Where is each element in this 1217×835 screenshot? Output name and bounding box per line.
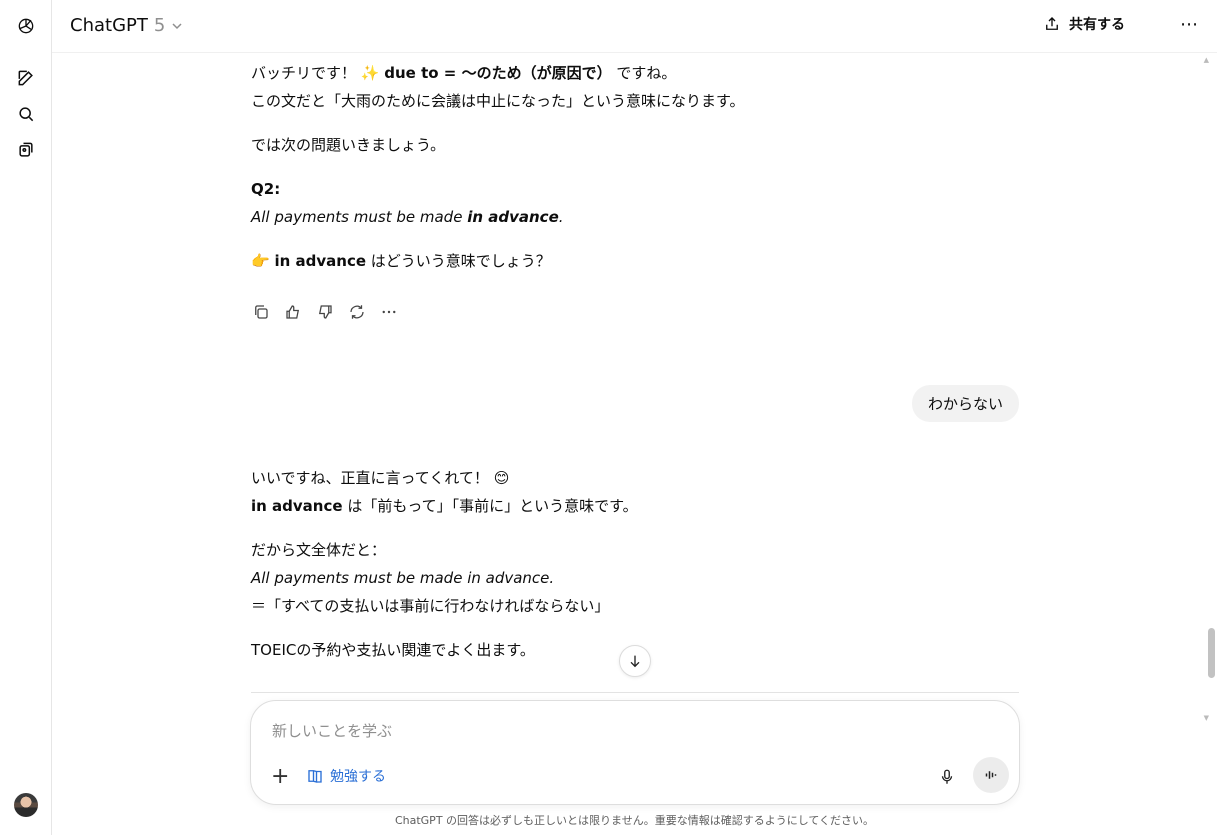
message-actions — [251, 302, 399, 322]
book-icon — [308, 770, 322, 783]
microphone-icon[interactable] — [935, 765, 959, 789]
assistant-line-4: いいですね、正直に言ってくれて！ 😊 — [251, 464, 509, 492]
question-text: All payments must be made in advance. — [251, 203, 564, 231]
more-actions-icon[interactable] — [379, 302, 399, 322]
search-icon[interactable] — [12, 100, 40, 128]
model-version: 5 — [153, 15, 166, 36]
scroll-to-bottom-button[interactable] — [619, 645, 651, 677]
sidebar — [0, 0, 52, 835]
text-span: ですね。 — [616, 64, 677, 82]
share-button[interactable]: 共有する — [1043, 14, 1125, 34]
text-span: . — [558, 208, 564, 226]
bold-span: in advance — [274, 252, 367, 270]
scroll-up-arrow-icon[interactable]: ▲ — [1204, 56, 1209, 64]
share-icon — [1046, 17, 1058, 30]
assistant-line-3: では次の問題いきましょう。 — [251, 136, 446, 154]
text-span: バッチリです！ — [251, 64, 357, 82]
question-prompt: 👉 in advance はどういう意味でしょう？ — [251, 247, 551, 275]
scrollbar-thumb[interactable] — [1208, 628, 1215, 678]
model-selector[interactable]: ChatGPT 5 — [70, 15, 183, 36]
text-span: は「前もって」「事前に」という意味です。 — [347, 497, 638, 515]
voice-mode-button[interactable] — [973, 757, 1009, 793]
library-icon[interactable] — [12, 136, 40, 164]
text-span: はどういう意味でしょう？ — [370, 252, 551, 270]
footer-disclaimer: ChatGPT の回答は必ずしも正しいとは限りません。重要な情報は確認するように… — [394, 814, 875, 827]
chevron-down-icon — [172, 22, 182, 29]
user-message-bubble: わからない — [911, 385, 1019, 422]
smiling-face-icon: 😊 — [493, 469, 510, 487]
assistant-line-2: この文だと「大雨のために会議は中止になった」という意味になります。 — [251, 92, 745, 110]
scroll-down-arrow-icon[interactable]: ▼ — [1204, 714, 1209, 722]
message-input[interactable]: 新しいことを学ぶ — [272, 720, 392, 741]
text-span: いいですね、正直に言ってくれて！ — [251, 469, 489, 487]
bold-span: Q2: — [251, 180, 281, 198]
assistant-line-7: All payments must be made in advance. — [251, 569, 555, 587]
more-options-button[interactable]: ⋯ — [1180, 14, 1199, 35]
new-chat-icon[interactable] — [12, 64, 40, 92]
thumbs-up-icon[interactable] — [283, 302, 303, 322]
scrollbar[interactable]: ▲ ▼ — [1204, 52, 1214, 722]
divider — [251, 692, 1019, 693]
study-button[interactable]: 勉強する — [306, 766, 386, 786]
bold-span: due to = 〜のため（が原因で） — [384, 64, 612, 82]
model-name: ChatGPT — [70, 15, 148, 36]
study-label: 勉強する — [330, 769, 386, 785]
assistant-line-5: in advance は「前もって」「事前に」という意味です。 — [251, 492, 638, 520]
regenerate-icon[interactable] — [347, 302, 367, 322]
plus-icon[interactable]: + — [271, 764, 289, 789]
text-span: All payments must be made — [251, 208, 468, 226]
assistant-line-6: だから文全体だと： — [251, 541, 387, 559]
bold-span: in advance — [467, 208, 559, 226]
composer: 新しいことを学ぶ + 勉強する — [250, 700, 1020, 805]
arrow-down-icon — [630, 655, 640, 668]
waveform-icon — [985, 771, 997, 779]
header: ChatGPT 5 共有する ⋯ — [52, 0, 1217, 53]
pointing-hand-icon: 👉 — [251, 252, 270, 270]
question-label: Q2: — [251, 175, 280, 203]
bold-span: in advance — [251, 497, 343, 515]
share-label: 共有する — [1069, 17, 1125, 33]
sparkles-icon: ✨ — [360, 64, 380, 82]
thumbs-down-icon[interactable] — [315, 302, 335, 322]
assistant-line-9: TOEICの予約や支払い関連でよく出ます。 — [251, 641, 535, 659]
assistant-line-1: バッチリです！ ✨ due to = 〜のため（が原因で） ですね。 — [251, 59, 676, 87]
openai-logo-icon[interactable] — [12, 12, 40, 40]
copy-icon[interactable] — [251, 302, 271, 322]
assistant-line-8: ＝「すべての支払いは事前に行わなければならない」 — [251, 597, 610, 615]
